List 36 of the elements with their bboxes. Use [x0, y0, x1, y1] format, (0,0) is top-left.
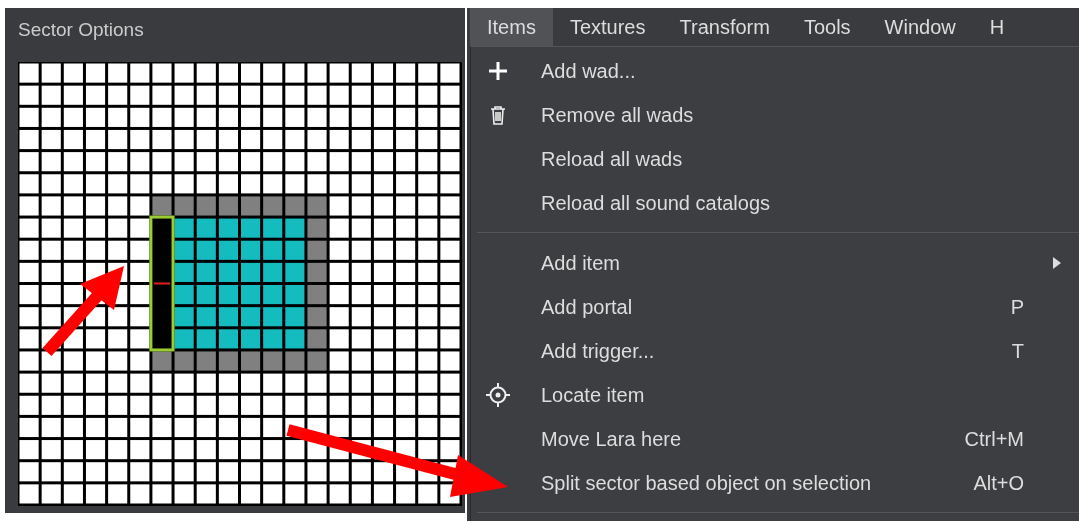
submenu-arrow-icon	[1053, 257, 1061, 269]
shortcut-label: Ctrl+M	[963, 427, 1024, 451]
dropdown-item[interactable]: Reload all sound catalogs	[541, 181, 1079, 225]
item-label: Reload all wads	[541, 147, 683, 171]
item-label: Remove all wads	[541, 103, 694, 127]
menu-item[interactable]: Items	[470, 8, 553, 46]
dropdown-item[interactable]: Add trigger... T	[541, 329, 1079, 373]
item-label: Add wad...	[541, 59, 636, 83]
dropdown-item[interactable]: Remove all wads	[541, 93, 1079, 137]
menu-item[interactable]: Textures	[552, 8, 663, 46]
dropdown-item[interactable]: Locate item	[541, 373, 1079, 417]
item-label: Locate item	[541, 383, 645, 407]
item-label: Add item	[541, 251, 620, 275]
menu-item[interactable]: Window	[867, 8, 973, 46]
trash-icon	[490, 105, 506, 125]
item-label: Add portal	[541, 295, 633, 319]
dropdown-item[interactable]: Move Lara here Ctrl+M	[541, 417, 1079, 461]
dropdown-item[interactable]: Add wad...	[541, 49, 1079, 93]
shortcut-label: P	[1009, 295, 1024, 319]
sector-grid-drawing[interactable]	[18, 62, 462, 506]
target-icon	[486, 383, 510, 407]
item-label: Add trigger...	[541, 339, 655, 363]
plus-icon	[488, 61, 508, 81]
dropdown-item[interactable]: Add portal P	[541, 285, 1079, 329]
dropdown-item[interactable]: Reload all wads	[541, 137, 1079, 181]
menu-item[interactable]: Tools	[786, 8, 868, 46]
item-label: Move Lara here	[541, 427, 682, 451]
panel-title: Sector Options	[18, 18, 145, 42]
item-label: Reload all sound catalogs	[541, 191, 771, 215]
shortcut-label: Alt+O	[972, 471, 1024, 495]
menu-item[interactable]: H	[972, 8, 1022, 46]
menu-item[interactable]: Transform	[662, 8, 787, 46]
dropdown-item[interactable]: Add item	[541, 241, 1079, 285]
item-label: Split sector based object on selection	[541, 471, 872, 495]
shortcut-label: T	[1010, 339, 1024, 363]
dropdown-item[interactable]: Split sector based object on selection Alt+O	[541, 461, 1079, 505]
